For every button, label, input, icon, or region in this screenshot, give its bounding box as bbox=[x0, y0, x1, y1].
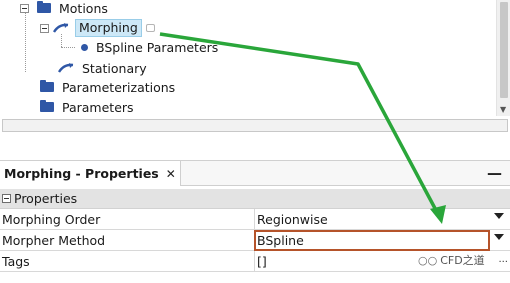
model-tree: Motions Morphing BSpline Parameters Stat… bbox=[0, 0, 510, 116]
scroll-down-icon[interactable]: ▼ bbox=[500, 106, 506, 114]
group-label: Properties bbox=[14, 191, 78, 206]
tree-item-motions[interactable]: Motions bbox=[20, 0, 108, 18]
folder-icon bbox=[40, 80, 54, 92]
tree-item-stationary[interactable]: Stationary bbox=[58, 58, 147, 78]
column-divider bbox=[254, 209, 255, 229]
property-value-field[interactable]: [] bbox=[257, 254, 267, 269]
scrollbar-thumb[interactable] bbox=[500, 2, 508, 98]
dropdown-arrow-icon[interactable] bbox=[494, 213, 504, 219]
property-name: Morphing Order bbox=[2, 212, 101, 227]
ellipsis-button[interactable]: ... bbox=[498, 254, 508, 265]
tree-guide bbox=[25, 12, 26, 72]
tree-item-label: Motions bbox=[59, 0, 108, 16]
property-name: Morpher Method bbox=[2, 233, 106, 248]
tree-item-morphing[interactable]: Morphing bbox=[40, 18, 155, 38]
tree-item-label: Morphing bbox=[75, 19, 142, 37]
watermark-text: CFD之道 bbox=[440, 254, 485, 267]
property-row-morphing-order[interactable]: Morphing Order Regionwise bbox=[0, 209, 510, 230]
property-value-select[interactable]: Regionwise bbox=[257, 212, 328, 227]
dropdown-arrow-icon[interactable] bbox=[494, 234, 504, 240]
folder-icon bbox=[40, 100, 54, 112]
motion-icon bbox=[58, 63, 74, 73]
properties-title: Morphing - Properties bbox=[4, 166, 159, 181]
collapse-toggle-icon[interactable] bbox=[40, 23, 49, 33]
tree-item-parameterizations[interactable]: Parameterizations bbox=[40, 77, 175, 97]
chat-bubbles-icon: ○○ bbox=[418, 253, 438, 267]
properties-group[interactable]: Properties bbox=[0, 189, 510, 209]
tree-item-label: Parameters bbox=[62, 99, 134, 115]
property-name: Tags bbox=[2, 254, 30, 269]
close-icon[interactable]: ✕ bbox=[166, 167, 176, 181]
property-row-morpher-method[interactable]: Morpher Method BSpline bbox=[0, 230, 510, 251]
tree-item-parameters[interactable]: Parameters bbox=[40, 97, 134, 116]
parameter-dot-icon bbox=[81, 43, 88, 51]
tree-item-label: Parameterizations bbox=[62, 79, 176, 95]
horizontal-scrollbar[interactable] bbox=[2, 119, 508, 132]
minimize-icon[interactable]: — bbox=[487, 164, 502, 182]
property-value-select[interactable]: BSpline bbox=[257, 233, 304, 248]
column-divider bbox=[254, 251, 255, 271]
collapse-toggle-icon[interactable] bbox=[20, 3, 29, 13]
properties-header: Morphing - Properties ✕ — bbox=[0, 160, 510, 186]
vertical-scrollbar[interactable]: ▼ bbox=[496, 0, 510, 116]
watermark: ○○ CFD之道 bbox=[418, 252, 485, 268]
tree-item-label: Stationary bbox=[82, 60, 147, 76]
tree-item-label: BSpline Parameters bbox=[96, 39, 219, 55]
tree-guide bbox=[61, 47, 75, 48]
motion-icon bbox=[53, 23, 69, 33]
collapse-toggle-icon[interactable] bbox=[2, 194, 11, 203]
comment-icon bbox=[145, 24, 155, 32]
tree-item-bspline-parameters[interactable]: BSpline Parameters bbox=[81, 37, 218, 57]
folder-icon bbox=[37, 1, 51, 13]
tab-properties[interactable]: Morphing - Properties ✕ bbox=[0, 161, 181, 186]
